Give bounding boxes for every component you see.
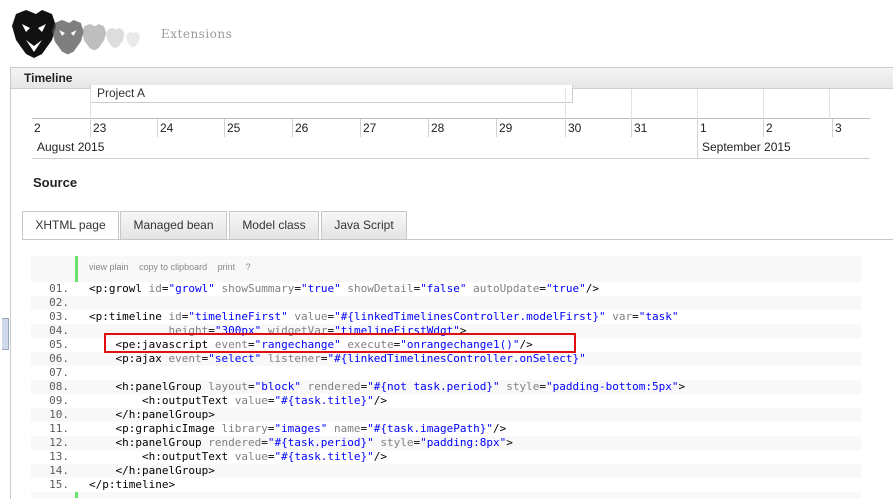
- grid-line: [697, 89, 698, 119]
- code-line: 14. </h:panelGroup>: [31, 464, 861, 478]
- code-text: </h:panelGroup>: [89, 408, 215, 421]
- timeline-widget[interactable]: Project A 2 23 24 25 26 27 28 29 30 31 1…: [32, 85, 870, 160]
- code-line: 15. </p:timeline>: [31, 478, 861, 492]
- code-line: 03. <p:timeline id="timelineFirst" value=…: [31, 310, 861, 324]
- day-label: 2: [34, 121, 41, 135]
- line-number: 07.: [49, 366, 69, 379]
- code-text: </h:panelGroup>: [89, 464, 215, 477]
- tab-managed-bean[interactable]: Managed bean: [120, 211, 227, 239]
- source-heading: Source: [33, 175, 78, 190]
- code-line: 08. <h:panelGroup layout="block" rendere…: [31, 380, 861, 394]
- day-label: 24: [157, 119, 224, 137]
- code-text: <p:graphicImage library="images" name="#…: [89, 422, 507, 435]
- line-number: 12.: [49, 436, 69, 449]
- code-text: <p:timeline id="timelineFirst" value="#{…: [89, 310, 679, 323]
- code-line: 12. <h:panelGroup rendered="#{task.perio…: [31, 436, 861, 450]
- line-number: 04.: [49, 324, 69, 337]
- month-label: August 2015: [37, 140, 105, 154]
- code-text: <p:growl id="growl" showSummary="true" s…: [89, 282, 600, 295]
- code-line: 07.: [31, 366, 861, 380]
- grid-line: [90, 89, 91, 119]
- line-number: 15.: [49, 478, 69, 491]
- view-plain-link[interactable]: view plain: [89, 262, 129, 272]
- line-number: 06.: [49, 352, 69, 365]
- code-text: <h:panelGroup layout="block" rendered="#…: [89, 380, 686, 393]
- code-text: </p:timeline>: [89, 478, 176, 491]
- day-label: 26: [292, 119, 359, 137]
- code-text: <h:outputText value="#{task.title}"/>: [89, 394, 388, 407]
- day-label: 30: [565, 119, 630, 137]
- day-label: 23: [90, 119, 157, 137]
- tab-java-script[interactable]: Java Script: [321, 211, 407, 239]
- line-number: 09.: [49, 394, 69, 407]
- timeline-minor-axis: 2 23 24 25 26 27 28 29 30 31 1 2 3: [32, 89, 870, 137]
- print-link[interactable]: print: [218, 262, 236, 272]
- code-line: 13. <h:outputText value="#{task.title}"/…: [31, 450, 861, 464]
- tab-model-class[interactable]: Model class: [229, 211, 319, 239]
- grid-line: [763, 89, 764, 119]
- day-label: 3: [832, 119, 869, 137]
- code-line: 01. <p:growl id="growl" showSummary="true…: [31, 282, 861, 296]
- day-label: 29: [496, 119, 563, 137]
- line-number: 10.: [49, 408, 69, 421]
- line-number: 14.: [49, 464, 69, 477]
- extensions-label: Extensions: [161, 27, 233, 41]
- code-line: 06. <p:ajax event="select" listener="#{l…: [31, 352, 861, 366]
- code-text: <h:outputText value="#{task.title}"/>: [89, 450, 388, 463]
- line-number: 08.: [49, 380, 69, 393]
- code-text: <h:panelGroup rendered="#{task.period}" …: [89, 436, 513, 449]
- month-label: September 2015: [702, 140, 791, 154]
- page-header: Extensions: [0, 0, 893, 66]
- code-line: 02.: [31, 296, 861, 310]
- help-link[interactable]: ?: [246, 262, 251, 272]
- side-panel-toggle[interactable]: [2, 318, 9, 350]
- code-line: 11. <p:graphicImage library="images" nam…: [31, 422, 861, 436]
- code-line: 09. <h:outputText value="#{task.title}"/…: [31, 394, 861, 408]
- day-label: 27: [360, 119, 427, 137]
- code-text: <p:ajax event="select" listener="#{linke…: [89, 352, 586, 365]
- timeline-event[interactable]: Project A: [90, 85, 573, 103]
- primefaces-extensions-logo[interactable]: [10, 8, 150, 60]
- grid-line: [565, 89, 566, 119]
- tabs-divider: [22, 239, 893, 240]
- day-label: 1: [697, 119, 762, 137]
- copy-to-clipboard-link[interactable]: copy to clipboard: [139, 262, 207, 272]
- day-label: 25: [224, 119, 291, 137]
- day-label: 2: [763, 119, 828, 137]
- tab-xhtml-page[interactable]: XHTML page: [22, 211, 119, 240]
- line-number: 11.: [49, 422, 69, 435]
- day-label: 31: [631, 119, 696, 137]
- code-viewer: view plain copy to clipboard print ? 01.…: [31, 256, 861, 498]
- line-number: 05.: [49, 338, 69, 351]
- code-toolbar: view plain copy to clipboard print ?: [89, 262, 259, 272]
- code-line: 10. </h:panelGroup>: [31, 408, 861, 422]
- highlight-box: [104, 333, 576, 353]
- line-number: 03.: [49, 310, 69, 323]
- month-separator: [697, 136, 698, 158]
- line-number: 01.: [49, 282, 69, 295]
- line-number: 02.: [49, 296, 69, 309]
- day-label: 28: [428, 119, 495, 137]
- line-number: 13.: [49, 450, 69, 463]
- timeline-major-axis: August 2015 September 2015: [32, 136, 870, 159]
- grid-line: [829, 89, 830, 119]
- grid-line: [631, 89, 632, 119]
